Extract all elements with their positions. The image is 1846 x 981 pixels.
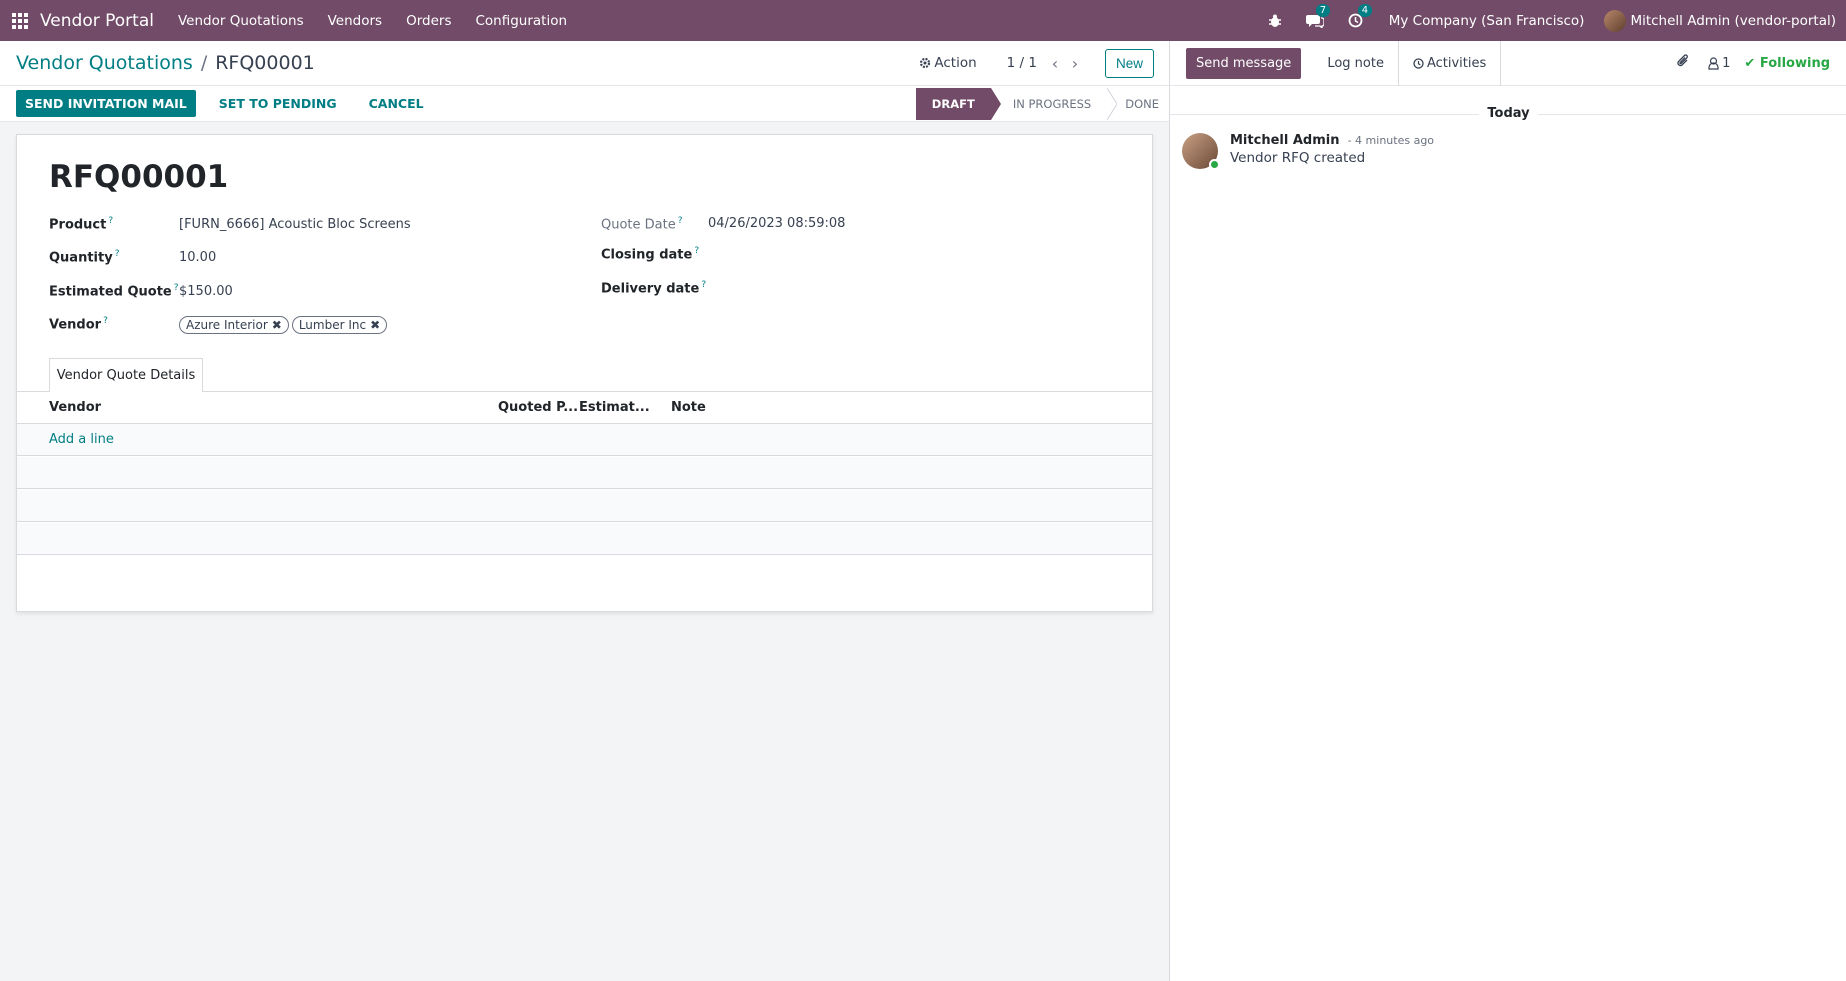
column-vendor[interactable]: Vendor [49,400,101,415]
delivery-date-field[interactable] [708,280,1008,298]
debug-icon[interactable] [1268,14,1282,28]
chatter-panel: Send message Log note Activities 1 ✔ Fol… [1169,40,1846,981]
control-panel: Vendor Quotations / RFQ00001 Action 1 / … [0,41,1169,86]
activity-clock-icon[interactable]: 4 [1348,4,1373,28]
log-note-button[interactable]: Log note [1313,40,1399,86]
message-time: - 4 minutes ago [1347,134,1435,147]
vendor-help-icon[interactable]: ? [103,316,108,326]
delivery-date-label: Delivery date? [601,280,707,297]
remove-tag-icon[interactable]: ✖ [272,318,282,332]
following-label: Following [1759,55,1830,71]
apps-menu-icon[interactable] [0,0,40,41]
activities-button[interactable]: Activities [1399,40,1502,86]
quote-date-field[interactable]: 04/26/2023 08:59:08 [708,216,845,231]
quote-date-help-icon[interactable]: ? [678,216,683,226]
estimated-quote-field[interactable]: $150.00 [179,284,233,299]
cancel-button[interactable]: CANCEL [360,90,433,117]
column-quoted-price[interactable]: Quoted P... [498,400,578,415]
stage-separator-icon [1107,87,1118,120]
menu-orders[interactable]: Orders [406,13,451,29]
table-row [17,457,1152,489]
pager-previous-icon[interactable]: ‹ [1045,54,1065,73]
estimated-quote-label: Estimated Quote? [49,283,179,300]
vendor-tag: Lumber Inc ✖ [291,316,388,334]
chatter-topbar: Send message Log note Activities 1 ✔ Fol… [1170,40,1846,86]
action-label: Action [934,55,977,71]
attachment-paperclip-icon[interactable] [1676,53,1690,73]
add-line-link[interactable]: Add a line [49,432,114,447]
menu-vendor-quotations[interactable]: Vendor Quotations [178,13,304,29]
online-status-icon [1209,159,1220,170]
quantity-label: Quantity? [49,249,120,266]
messaging-icon[interactable]: 7 [1305,4,1331,28]
check-icon: ✔ [1744,55,1756,71]
remove-tag-icon[interactable]: ✖ [370,318,380,332]
author-avatar[interactable] [1182,133,1220,170]
date-separator-label: Today [1170,106,1846,121]
send-invitation-mail-button[interactable]: SEND INVITATION MAIL [16,90,196,117]
top-navbar: Vendor Portal Vendor Quotations Vendors … [0,0,1846,41]
company-switcher[interactable]: My Company (San Francisco) [1389,13,1585,29]
menu-configuration[interactable]: Configuration [475,13,567,29]
record-title[interactable]: RFQ00001 [49,159,228,195]
closing-date-label: Closing date? [601,246,700,263]
statusbar-row: SEND INVITATION MAIL SET TO PENDING CANC… [0,86,1169,122]
quantity-field[interactable]: 10.00 [179,250,216,265]
breadcrumb-parent-link[interactable]: Vendor Quotations [16,52,193,74]
column-estimated[interactable]: Estimat... [579,400,650,415]
chatter-message: Mitchell Admin - 4 minutes ago Vendor RF… [1182,133,1435,170]
menu-vendors[interactable]: Vendors [328,13,382,29]
new-button[interactable]: New [1104,48,1154,78]
delivery-date-help-icon[interactable]: ? [701,280,706,290]
stage-draft[interactable]: DRAFT [915,87,1001,120]
stage-in-progress[interactable]: IN PROGRESS [991,88,1107,120]
table-row [17,523,1152,555]
user-icon [1708,56,1719,70]
quantity-help-icon[interactable]: ? [115,249,120,259]
table-row [17,490,1152,522]
vendor-label: Vendor? [49,316,108,333]
activities-label: Activities [1426,55,1487,71]
closing-date-field[interactable] [708,246,1008,264]
column-note[interactable]: Note [671,400,706,415]
breadcrumb: Vendor Quotations / RFQ00001 [16,52,315,74]
pager-next-icon[interactable]: › [1065,54,1085,73]
message-author[interactable]: Mitchell Admin [1230,133,1339,148]
user-avatar [1604,9,1627,32]
gear-icon [920,57,931,69]
set-to-pending-button[interactable]: SET TO PENDING [210,90,346,117]
user-menu[interactable]: Mitchell Admin (vendor-portal) [1604,9,1836,32]
following-button[interactable]: ✔ Following [1744,56,1830,71]
user-name: Mitchell Admin (vendor-portal) [1630,12,1836,29]
status-stages: DRAFT IN PROGRESS DONE [915,87,1169,120]
action-menu-button[interactable]: Action [919,55,977,71]
send-message-button[interactable]: Send message [1186,47,1302,79]
followers-button[interactable]: 1 [1708,56,1730,71]
product-help-icon[interactable]: ? [108,216,113,226]
app-brand[interactable]: Vendor Portal [40,11,154,31]
closing-date-help-icon[interactable]: ? [694,246,699,256]
vendor-tag: Azure Interior ✖ [179,316,289,334]
product-field[interactable]: [FURN_6666] Acoustic Bloc Screens [179,217,411,232]
followers-count: 1 [1722,55,1731,71]
breadcrumb-current: RFQ00001 [215,52,315,74]
product-label: Product? [49,216,114,233]
form-sheet: RFQ00001 Product? [FURN_6666] Acoustic B… [16,134,1153,612]
message-body: Vendor RFQ created [1230,150,1366,166]
table-row: Add a line [17,424,1152,456]
pager-value[interactable]: 1 / 1 [1007,55,1037,71]
tab-vendor-quote-details[interactable]: Vendor Quote Details [49,358,203,392]
breadcrumb-separator: / [200,52,208,74]
messages-badge: 7 [1315,4,1331,17]
estimated-quote-help-icon[interactable]: ? [174,283,179,293]
vendor-tags-field[interactable]: Azure Interior ✖ Lumber Inc ✖ [179,316,390,334]
activities-badge: 4 [1357,4,1373,17]
quote-date-label: Quote Date? [601,216,683,233]
stage-done[interactable]: DONE [1117,88,1169,120]
clock-icon [1413,57,1424,69]
table-header: Vendor Quoted P... Estimat... Note [17,392,1152,424]
